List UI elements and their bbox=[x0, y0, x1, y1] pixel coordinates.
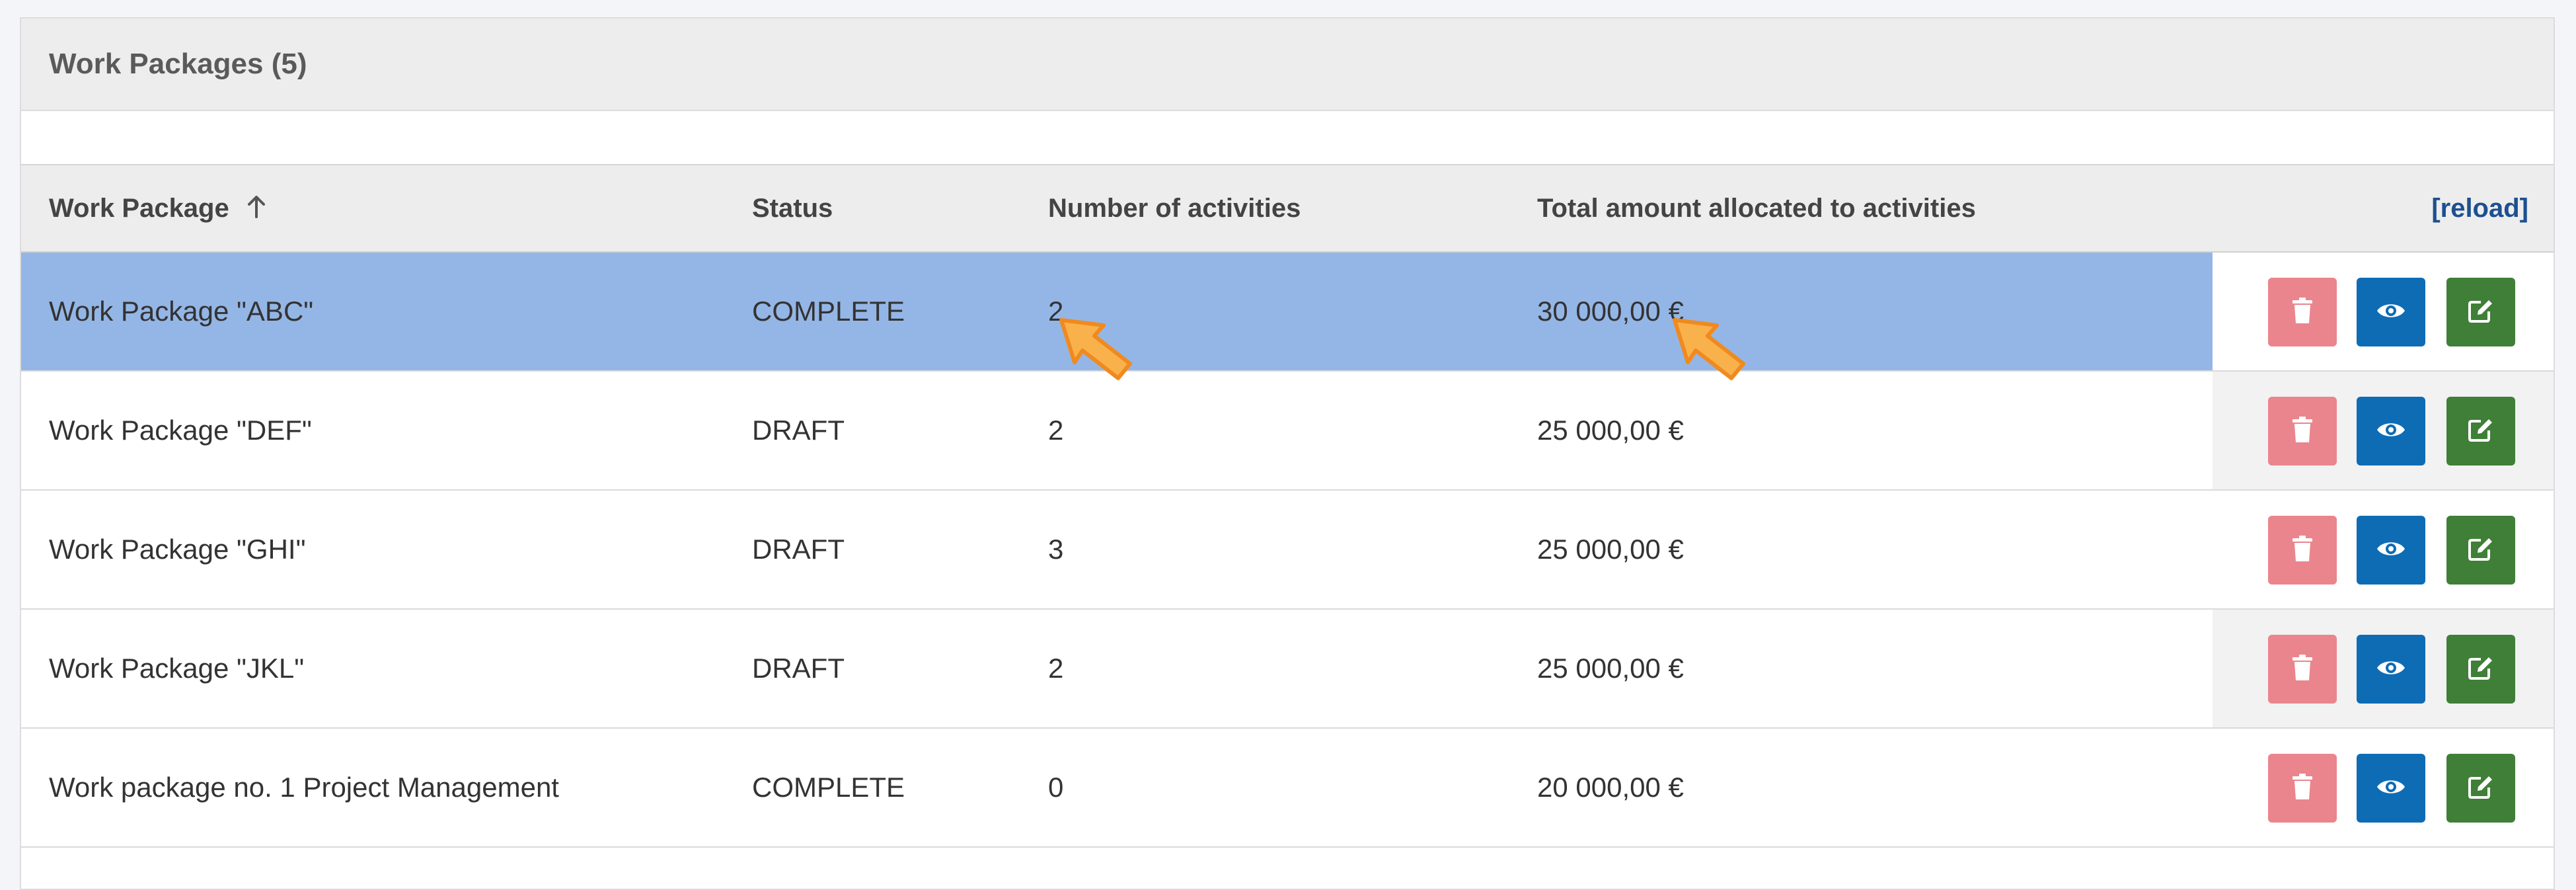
status-value: DRAFT bbox=[752, 653, 845, 684]
work-package-name: Work Package "JKL" bbox=[49, 653, 305, 684]
edit-button[interactable] bbox=[2446, 754, 2515, 823]
row-cells-background bbox=[21, 610, 2213, 727]
eye-icon bbox=[2376, 777, 2406, 800]
cell-work-package: Work Package "JKL" bbox=[49, 610, 304, 727]
work-package-name: Work Package "GHI" bbox=[49, 534, 306, 565]
amount-value: 30 000,00 € bbox=[1537, 296, 1684, 327]
status-value: COMPLETE bbox=[752, 296, 905, 327]
trash-icon bbox=[2291, 773, 2314, 803]
row-cells-background bbox=[21, 253, 2213, 370]
delete-button[interactable] bbox=[2268, 754, 2337, 823]
trash-icon bbox=[2291, 416, 2314, 446]
cell-amount: 30 000,00 € bbox=[1537, 253, 1684, 370]
trash-icon bbox=[2291, 297, 2314, 327]
edit-button[interactable] bbox=[2446, 397, 2515, 465]
cell-work-package: Work Package "DEF" bbox=[49, 372, 312, 489]
cell-activities: 2 bbox=[1048, 610, 1063, 727]
activities-count: 0 bbox=[1048, 772, 1064, 803]
edit-icon bbox=[2468, 655, 2494, 684]
status-value: DRAFT bbox=[752, 415, 845, 446]
work-packages-panel: Work Packages (5) Work Package Status Nu… bbox=[20, 17, 2555, 890]
activities-count: 2 bbox=[1048, 296, 1064, 327]
column-header-amount[interactable]: Total amount allocated to activities bbox=[1537, 165, 1976, 251]
amount-value: 25 000,00 € bbox=[1537, 653, 1684, 684]
cell-amount: 25 000,00 € bbox=[1537, 372, 1684, 489]
table-row[interactable]: Work Package "GHI" DRAFT 3 25 000,00 € bbox=[21, 491, 2554, 610]
delete-button[interactable] bbox=[2268, 397, 2337, 465]
cell-work-package: Work package no. 1 Project Management bbox=[49, 729, 559, 846]
delete-button[interactable] bbox=[2268, 635, 2337, 704]
view-button[interactable] bbox=[2357, 278, 2425, 346]
panel-spacer bbox=[21, 111, 2554, 165]
trash-icon bbox=[2291, 654, 2314, 684]
panel-title: Work Packages (5) bbox=[49, 48, 307, 80]
cell-amount: 20 000,00 € bbox=[1537, 729, 1684, 846]
trash-icon bbox=[2291, 535, 2314, 565]
table-row[interactable]: Work Package "ABC" COMPLETE 2 30 000,00 … bbox=[21, 253, 2554, 372]
edit-button[interactable] bbox=[2446, 635, 2515, 704]
amount-value: 20 000,00 € bbox=[1537, 772, 1684, 803]
cell-work-package: Work Package "ABC" bbox=[49, 253, 313, 370]
edit-button[interactable] bbox=[2446, 516, 2515, 585]
activities-count: 2 bbox=[1048, 653, 1064, 684]
row-cells-background bbox=[21, 372, 2213, 489]
eye-icon bbox=[2376, 301, 2406, 324]
cell-activities: 0 bbox=[1048, 729, 1063, 846]
activities-count: 2 bbox=[1048, 415, 1064, 446]
row-cells-background bbox=[21, 491, 2213, 608]
eye-icon bbox=[2376, 420, 2406, 443]
amount-value: 25 000,00 € bbox=[1537, 415, 1684, 446]
column-header-status[interactable]: Status bbox=[752, 165, 833, 251]
delete-button[interactable] bbox=[2268, 516, 2337, 585]
edit-icon bbox=[2468, 774, 2494, 803]
work-package-name: Work Package "ABC" bbox=[49, 296, 314, 327]
panel-header: Work Packages (5) bbox=[21, 19, 2554, 111]
table-row[interactable]: Work Package "JKL" DRAFT 2 25 000,00 € bbox=[21, 610, 2554, 729]
cell-activities: 3 bbox=[1048, 491, 1063, 608]
table-header: Work Package Status Number of activities… bbox=[21, 165, 2554, 253]
view-button[interactable] bbox=[2357, 635, 2425, 704]
activities-count: 3 bbox=[1048, 534, 1064, 565]
edit-icon bbox=[2468, 417, 2494, 446]
cell-amount: 25 000,00 € bbox=[1537, 610, 1684, 727]
work-package-name: Work package no. 1 Project Management bbox=[49, 772, 559, 803]
cell-work-package: Work Package "GHI" bbox=[49, 491, 306, 608]
arrow-up-icon[interactable] bbox=[247, 167, 266, 253]
cell-activities: 2 bbox=[1048, 253, 1063, 370]
edit-icon bbox=[2468, 536, 2494, 565]
work-package-name: Work Package "DEF" bbox=[49, 415, 312, 446]
cell-amount: 25 000,00 € bbox=[1537, 491, 1684, 608]
cell-status: DRAFT bbox=[752, 610, 845, 727]
column-header-work-package-label: Work Package bbox=[49, 194, 229, 223]
table-row[interactable]: Work Package "DEF" DRAFT 2 25 000,00 € bbox=[21, 372, 2554, 491]
status-value: COMPLETE bbox=[752, 772, 905, 803]
cell-activities: 2 bbox=[1048, 372, 1063, 489]
cell-status: COMPLETE bbox=[752, 729, 905, 846]
edit-icon bbox=[2468, 298, 2494, 327]
view-button[interactable] bbox=[2357, 516, 2425, 585]
view-button[interactable] bbox=[2357, 754, 2425, 823]
eye-icon bbox=[2376, 539, 2406, 562]
column-header-work-package[interactable]: Work Package bbox=[49, 165, 266, 251]
table-row[interactable]: Work package no. 1 Project Management CO… bbox=[21, 729, 2554, 848]
reload-link[interactable]: [reload] bbox=[2431, 165, 2528, 251]
amount-value: 25 000,00 € bbox=[1537, 534, 1684, 565]
cell-status: COMPLETE bbox=[752, 253, 905, 370]
column-header-activities[interactable]: Number of activities bbox=[1048, 165, 1301, 251]
table-body: Work Package "ABC" COMPLETE 2 30 000,00 … bbox=[21, 253, 2554, 848]
cell-status: DRAFT bbox=[752, 372, 845, 489]
cell-status: DRAFT bbox=[752, 491, 845, 608]
delete-button[interactable] bbox=[2268, 278, 2337, 346]
edit-button[interactable] bbox=[2446, 278, 2515, 346]
status-value: DRAFT bbox=[752, 534, 845, 565]
eye-icon bbox=[2376, 658, 2406, 681]
view-button[interactable] bbox=[2357, 397, 2425, 465]
